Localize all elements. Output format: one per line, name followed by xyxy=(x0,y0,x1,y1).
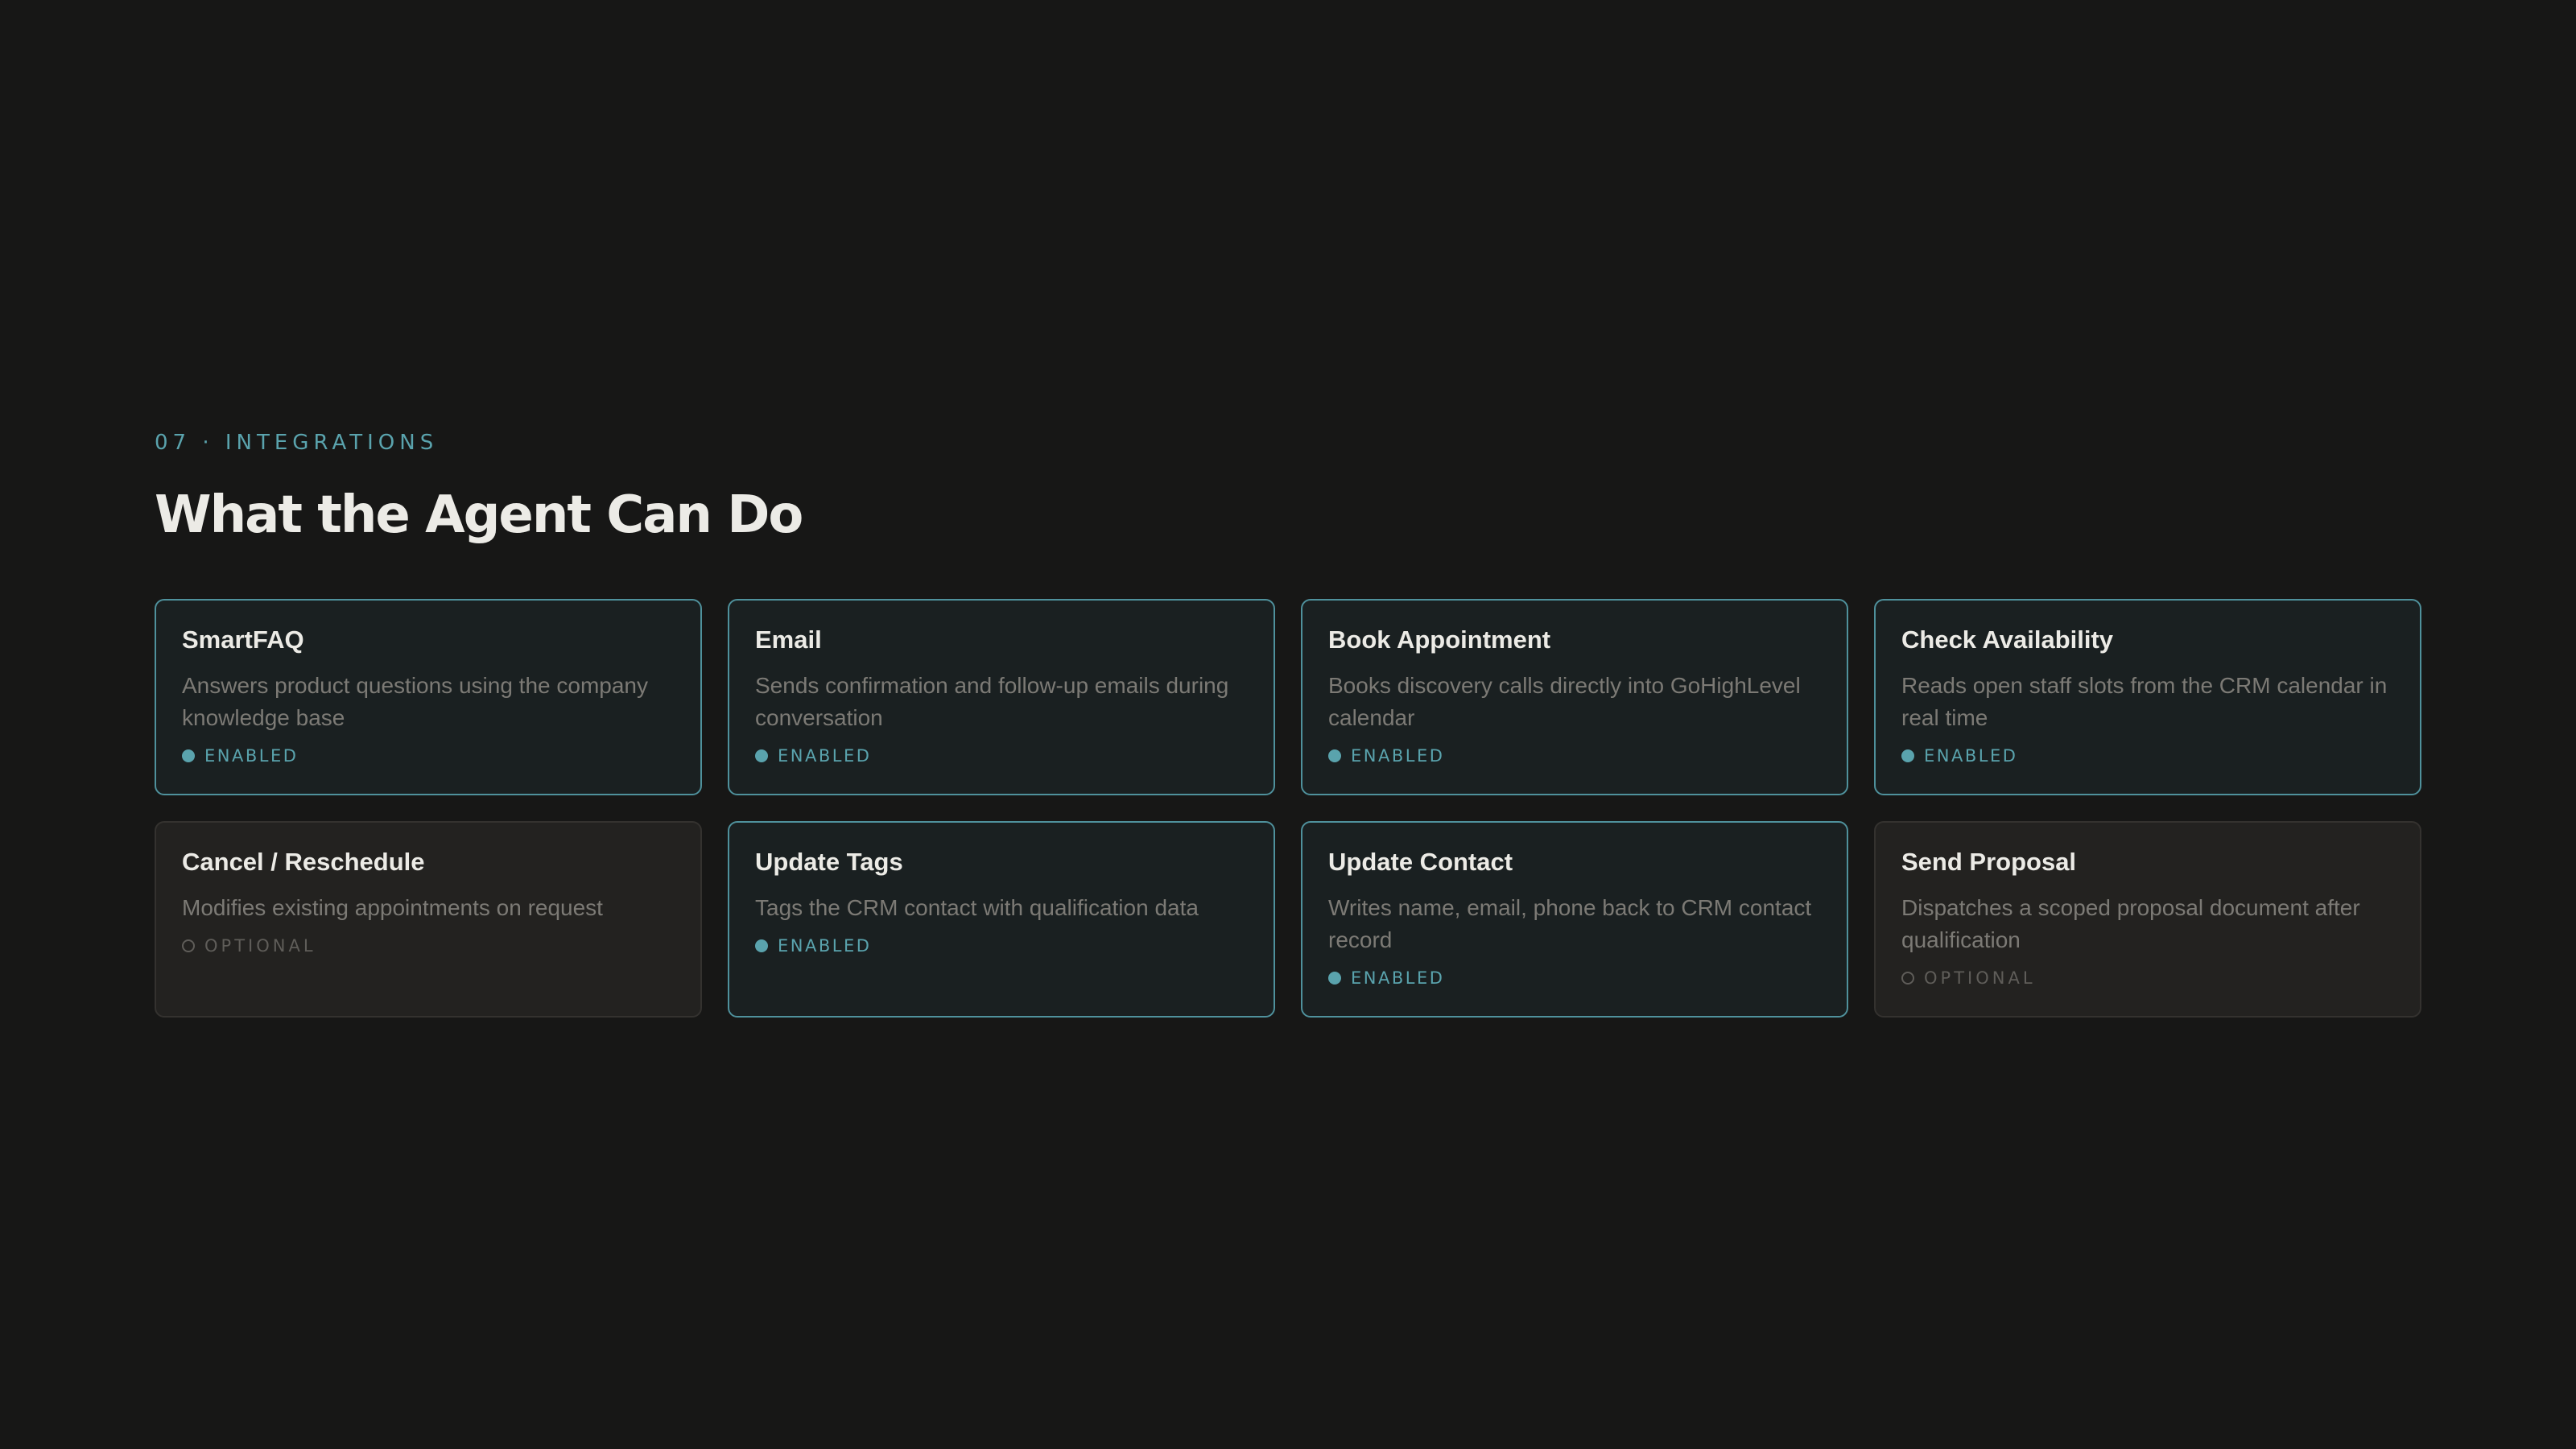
integration-card-check-availability: Check Availability Reads open staff slot… xyxy=(1874,599,2421,795)
card-title: Update Contact xyxy=(1328,848,1513,876)
card-title: Book Appointment xyxy=(1328,625,1551,654)
status-badge: ENABLED xyxy=(1328,966,1821,990)
card-description: Sends confirmation and follow-up emails … xyxy=(755,673,1229,730)
status-label: ENABLED xyxy=(1351,968,1445,988)
card-title: SmartFAQ xyxy=(182,625,304,654)
section-eyebrow: 07 · INTEGRATIONS xyxy=(155,431,439,455)
filled-dot-icon xyxy=(1901,749,1914,762)
status-badge: OPTIONAL xyxy=(1901,966,2394,990)
page-title: What the Agent Can Do xyxy=(155,485,803,545)
status-label: OPTIONAL xyxy=(1924,968,2036,988)
integration-card-update-tags: Update Tags Tags the CRM contact with qu… xyxy=(728,821,1275,1018)
status-badge: ENABLED xyxy=(1901,744,2394,768)
card-title: Email xyxy=(755,625,822,654)
integration-card-send-proposal: Send Proposal Dispatches a scoped propos… xyxy=(1874,821,2421,1018)
card-description: Writes name, email, phone back to CRM co… xyxy=(1328,895,1812,952)
status-badge: ENABLED xyxy=(1328,744,1821,768)
status-badge: ENABLED xyxy=(182,744,675,768)
card-description: Modifies existing appointments on reques… xyxy=(182,895,603,920)
status-badge: ENABLED xyxy=(755,744,1248,768)
status-label: ENABLED xyxy=(1351,746,1445,766)
filled-dot-icon xyxy=(755,939,768,952)
integration-card-update-contact: Update Contact Writes name, email, phone… xyxy=(1301,821,1848,1018)
integrations-section: 07 · INTEGRATIONS What the Agent Can Do … xyxy=(155,428,2421,1018)
hollow-dot-icon xyxy=(1901,972,1914,985)
status-label: ENABLED xyxy=(778,936,872,956)
card-description: Reads open staff slots from the CRM cale… xyxy=(1901,673,2388,730)
card-description: Answers product questions using the comp… xyxy=(182,673,648,730)
status-label: ENABLED xyxy=(1924,746,2018,766)
status-label: ENABLED xyxy=(778,746,872,766)
card-title: Cancel / Reschedule xyxy=(182,848,425,876)
card-description: Books discovery calls directly into GoHi… xyxy=(1328,673,1801,730)
status-label: ENABLED xyxy=(204,746,299,766)
status-badge: OPTIONAL xyxy=(182,934,675,958)
integration-card-smartfaq: SmartFAQ Answers product questions using… xyxy=(155,599,702,795)
status-label: OPTIONAL xyxy=(204,936,316,956)
filled-dot-icon xyxy=(1328,749,1341,762)
integration-card-cancel-reschedule: Cancel / Reschedule Modifies existing ap… xyxy=(155,821,702,1018)
hollow-dot-icon xyxy=(182,939,195,952)
integration-card-email: Email Sends confirmation and follow-up e… xyxy=(728,599,1275,795)
integrations-grid: SmartFAQ Answers product questions using… xyxy=(155,599,2421,1018)
card-title: Update Tags xyxy=(755,848,903,876)
filled-dot-icon xyxy=(182,749,195,762)
integration-card-book-appointment: Book Appointment Books discovery calls d… xyxy=(1301,599,1848,795)
card-description: Tags the CRM contact with qualification … xyxy=(755,895,1199,920)
card-description: Dispatches a scoped proposal document af… xyxy=(1901,895,2360,952)
filled-dot-icon xyxy=(1328,972,1341,985)
status-badge: ENABLED xyxy=(755,934,1248,958)
card-title: Send Proposal xyxy=(1901,848,2077,876)
card-title: Check Availability xyxy=(1901,625,2114,654)
filled-dot-icon xyxy=(755,749,768,762)
